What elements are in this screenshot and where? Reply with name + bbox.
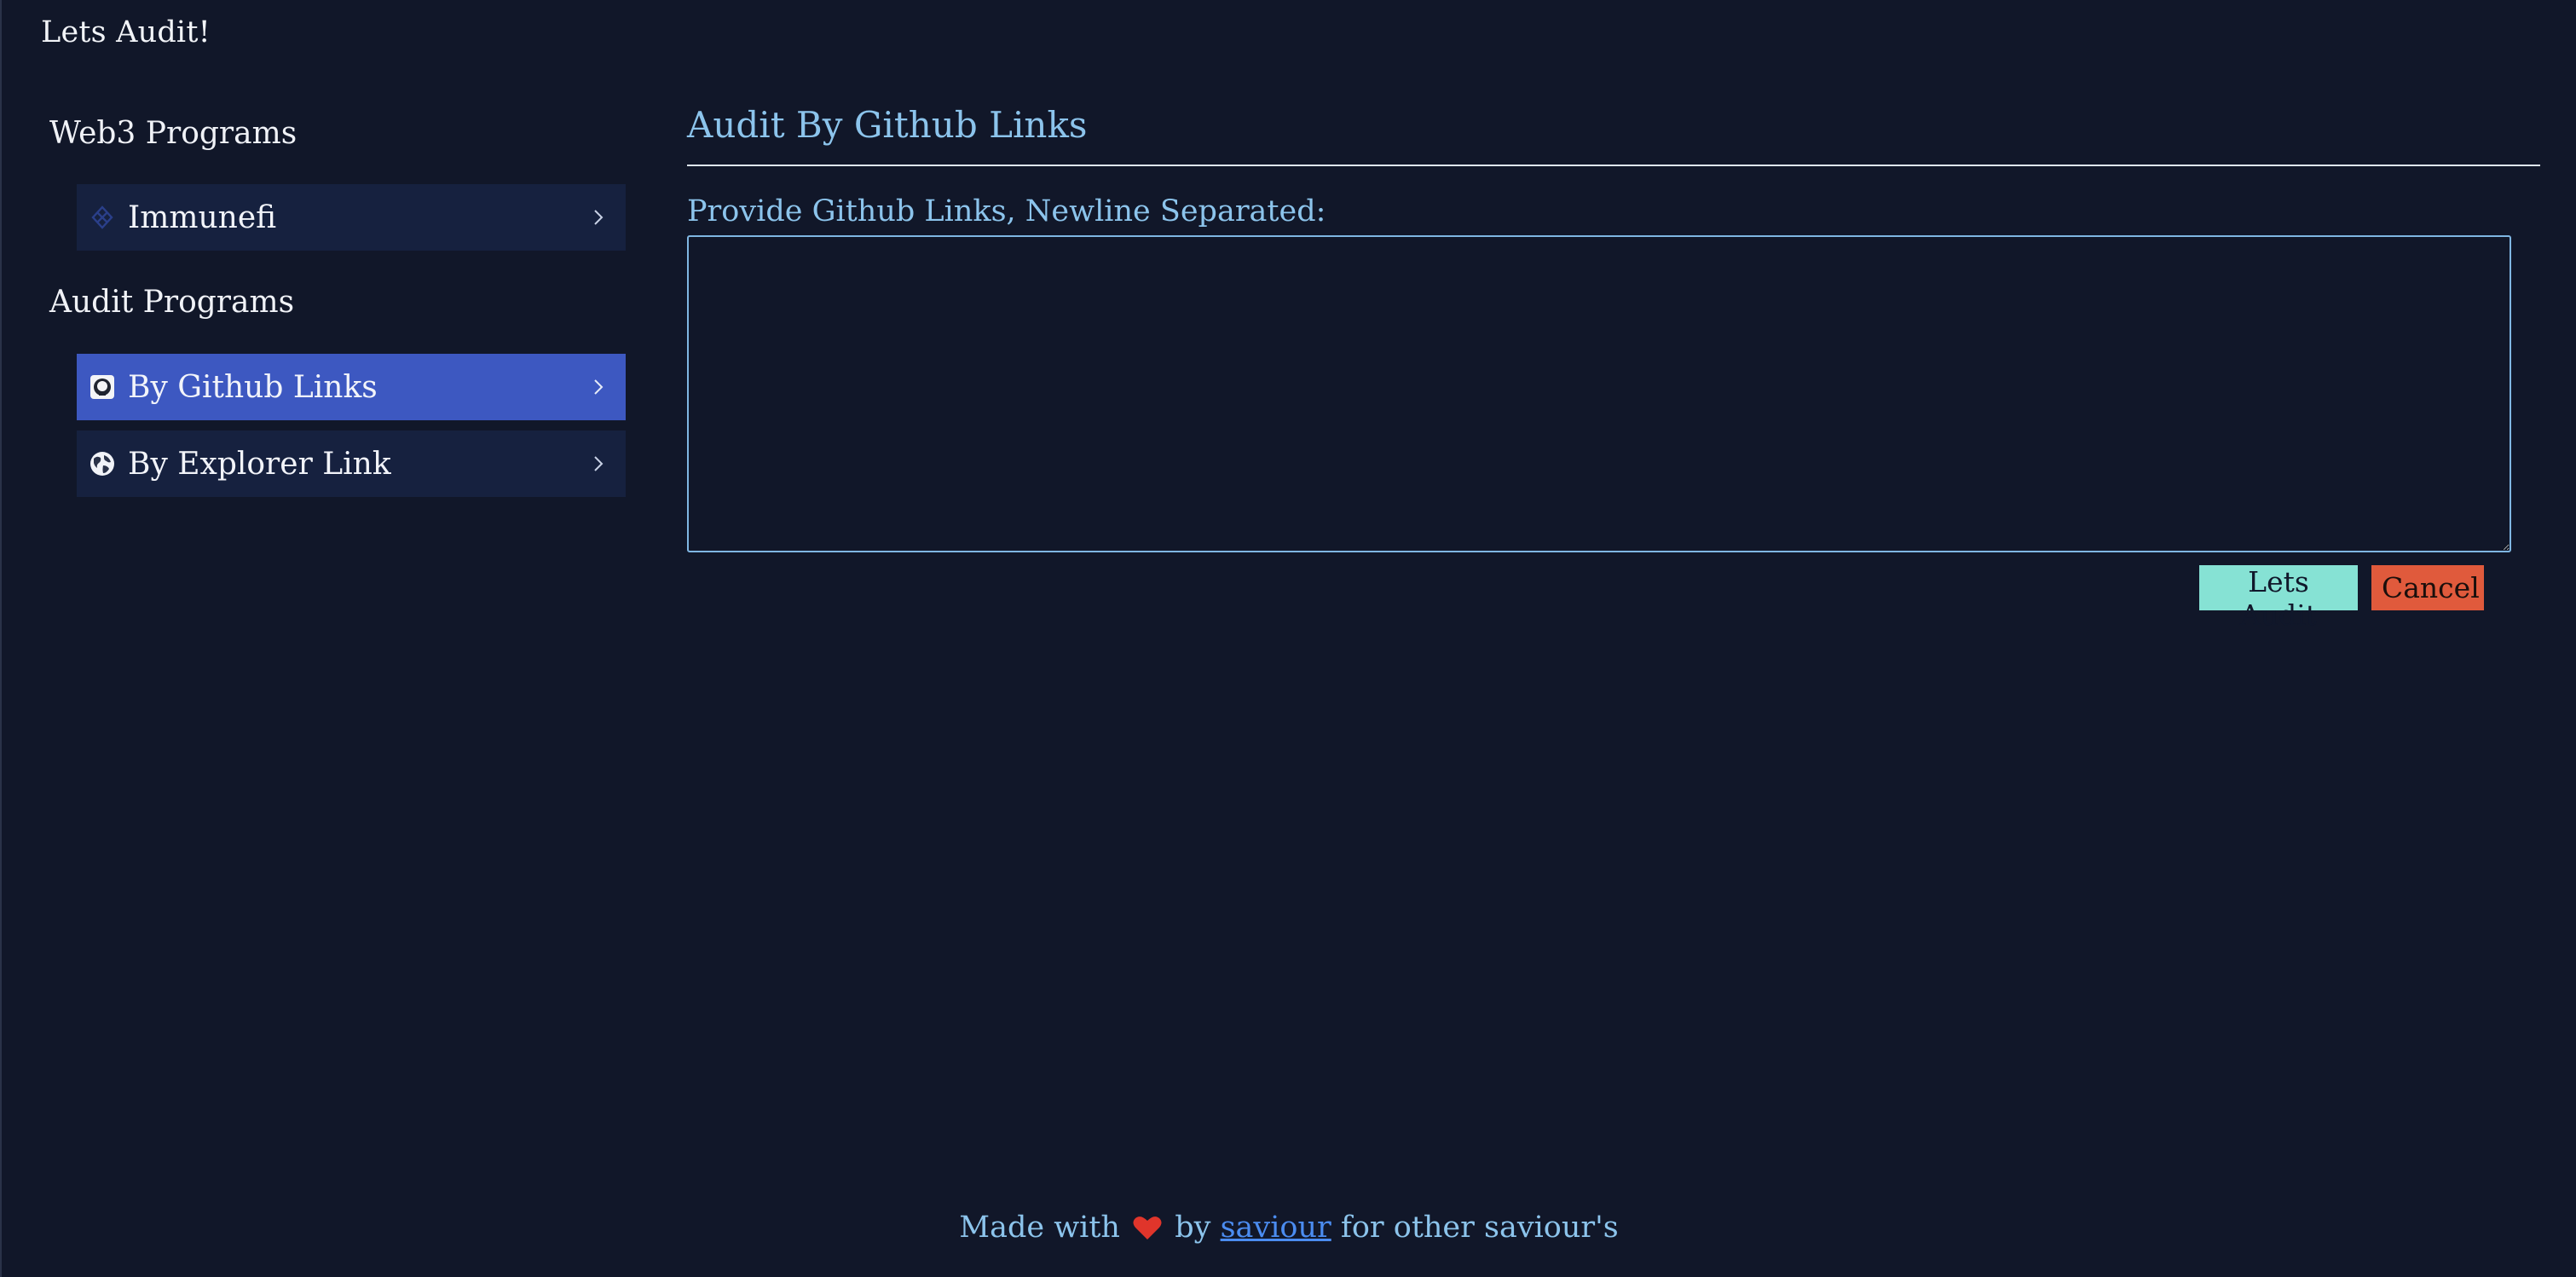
github-icon bbox=[89, 373, 116, 401]
footer-made-with: Made with bbox=[959, 1211, 1120, 1245]
immunefi-icon bbox=[89, 204, 116, 231]
github-links-textarea[interactable] bbox=[687, 235, 2511, 552]
sidebar: Web3 Programs Immunefi Audit Programs By… bbox=[2, 0, 632, 1277]
section-heading-audit-programs: Audit Programs bbox=[49, 285, 295, 320]
footer: Made with by saviour for other saviour's bbox=[2, 1211, 2576, 1248]
globe-icon bbox=[89, 450, 116, 477]
section-heading-web3-programs: Web3 Programs bbox=[49, 116, 297, 151]
author-link[interactable]: saviour bbox=[1221, 1211, 1331, 1245]
cancel-button[interactable]: Cancel bbox=[2371, 565, 2484, 610]
chevron-right-icon bbox=[580, 445, 617, 482]
chevron-right-icon bbox=[580, 368, 617, 406]
heart-icon bbox=[1133, 1214, 1162, 1248]
page-title: Audit By Github Links bbox=[687, 104, 1088, 146]
sidebar-item-github-links[interactable]: By Github Links bbox=[77, 354, 626, 420]
sidebar-item-immunefi[interactable]: Immunefi bbox=[77, 184, 626, 251]
sidebar-item-label: By Github Links bbox=[128, 369, 378, 405]
title-divider bbox=[687, 165, 2540, 166]
footer-by: by bbox=[1175, 1211, 1211, 1245]
github-links-label: Provide Github Links, Newline Separated: bbox=[687, 194, 1326, 228]
sidebar-item-explorer-link[interactable]: By Explorer Link bbox=[77, 430, 626, 497]
lets-audit-button[interactable]: Lets Audit bbox=[2199, 565, 2358, 632]
footer-suffix: for other saviour's bbox=[1340, 1211, 1619, 1245]
chevron-right-icon bbox=[580, 199, 617, 236]
sidebar-item-label: Immunefi bbox=[128, 199, 277, 235]
sidebar-item-label: By Explorer Link bbox=[128, 446, 391, 482]
